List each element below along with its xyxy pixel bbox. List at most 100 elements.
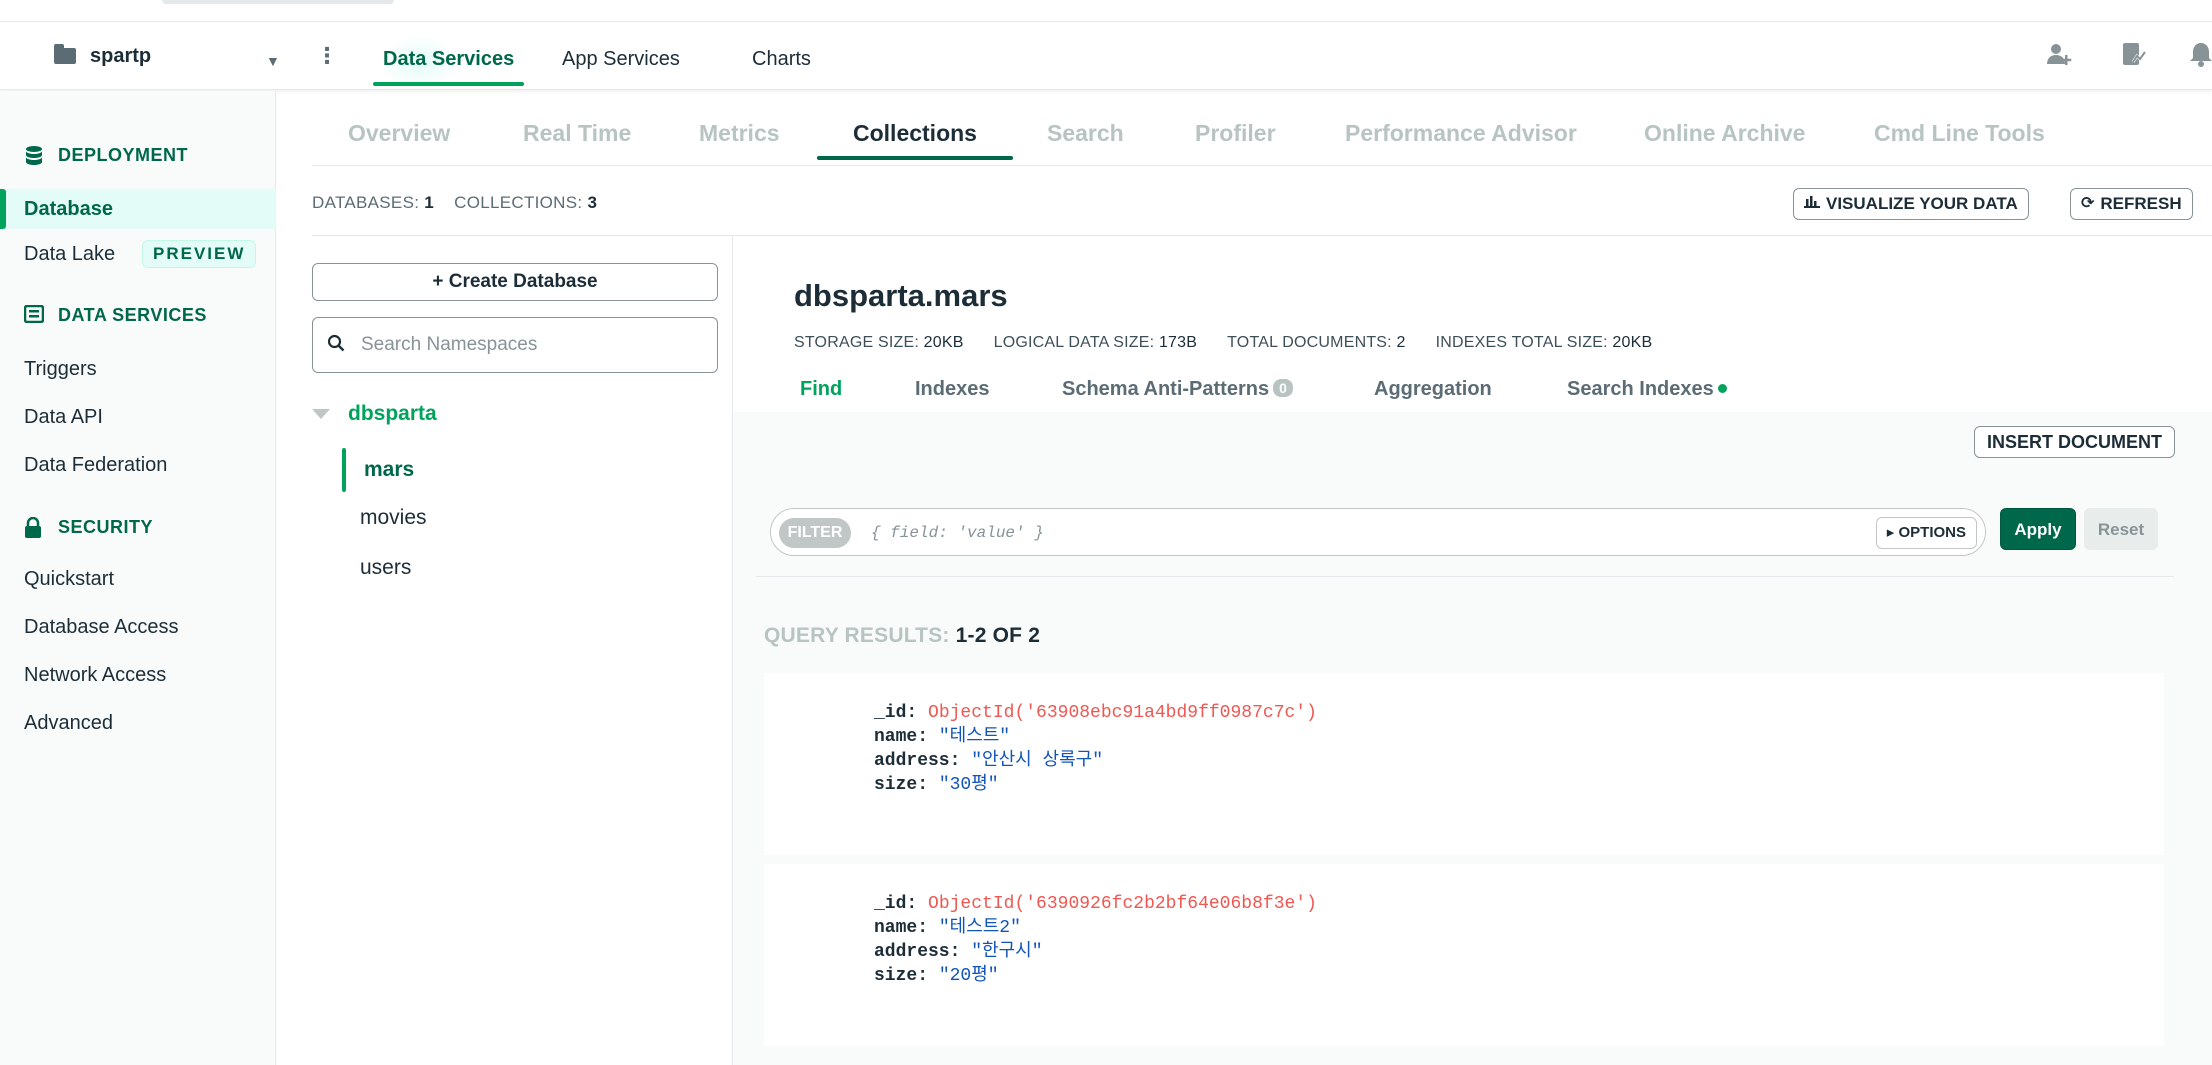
tab-aggregation[interactable]: Aggregation [1374, 378, 1492, 401]
field-key: address: [874, 751, 961, 771]
kebab-menu-icon[interactable]: ⋮ [316, 44, 338, 68]
field-id: _id: ObjectId('63908ebc91a4bd9ff0987c7c'… [874, 701, 1317, 725]
tab-label: Online Archive [1644, 120, 1806, 146]
sidebar-item-advanced[interactable]: Advanced [24, 708, 113, 738]
stat-label: TOTAL DOCUMENTS: [1227, 334, 1392, 351]
document-card[interactable]: _id: ObjectId('63908ebc91a4bd9ff0987c7c'… [764, 673, 2164, 855]
notifications-bell-icon[interactable] [2184, 40, 2212, 74]
collection-label: movies [360, 506, 427, 529]
tab-search-indexes[interactable]: Search Indexes [1567, 378, 1727, 401]
nav-tab-label: App Services [562, 48, 680, 70]
invite-user-icon[interactable] [2042, 40, 2076, 74]
tab-schema-anti-patterns[interactable]: Schema Anti-Patterns 0 [1062, 378, 1293, 401]
stat-logical-size: LOGICAL DATA SIZE: 173B [994, 334, 1198, 352]
options-button[interactable]: ▸ OPTIONS [1875, 517, 1977, 549]
tab-label: Indexes [915, 378, 990, 400]
collapse-triangle-icon[interactable] [312, 409, 330, 419]
stat-value: 2 [1396, 334, 1406, 351]
tab-indexes[interactable]: Indexes [915, 378, 989, 401]
stat-value: 20KB [1612, 334, 1653, 351]
collection-item-movies[interactable]: movies [360, 503, 427, 533]
sidebar-section-deployment: DEPLOYMENT [24, 141, 188, 169]
activity-icon[interactable] [2116, 40, 2150, 74]
field-key: _id: [874, 894, 918, 914]
collections-count: 3 [587, 193, 598, 212]
tab-underline [817, 156, 1013, 160]
collection-item-mars[interactable]: mars [364, 455, 414, 485]
tab-overview[interactable]: Overview [348, 118, 450, 152]
filter-chip: FILTER [779, 518, 851, 548]
refresh-button[interactable]: ⟳ REFRESH [2070, 188, 2193, 220]
sidebar-item-label: Data Lake [24, 243, 116, 265]
nav-tab-charts[interactable]: Charts [752, 44, 811, 76]
sidebar-item-database-access[interactable]: Database Access [24, 612, 179, 642]
tab-performance-advisor[interactable]: Performance Advisor [1345, 118, 1577, 152]
field-key: size: [874, 775, 929, 795]
caret-down-icon[interactable]: ▼ [266, 53, 280, 69]
tab-cmd-line-tools[interactable]: Cmd Line Tools [1874, 118, 2045, 152]
search-namespaces-field[interactable] [312, 317, 718, 373]
sidebar-item-label: Database [24, 198, 113, 220]
reset-button[interactable]: Reset [2084, 508, 2158, 550]
collection-title: dbsparta.mars [794, 278, 1008, 313]
sidebar-section-security: SECURITY [24, 513, 153, 541]
sidebar-item-data-lake[interactable]: Data Lake [24, 239, 115, 269]
document-fields: _id: ObjectId('6390926fc2b2bf64e06b8f3e'… [874, 892, 1317, 988]
sidebar-item-database[interactable]: Database [24, 194, 113, 224]
databases-label: DATABASES: [312, 193, 420, 212]
database-row-dbsparta[interactable]: dbsparta [312, 399, 437, 429]
tab-profiler[interactable]: Profiler [1195, 118, 1276, 152]
query-results-summary: QUERY RESULTS: 1-2 OF 2 [764, 624, 1040, 648]
filter-input[interactable] [871, 518, 1851, 548]
section-title: DEPLOYMENT [58, 144, 189, 165]
database-icon [24, 145, 44, 165]
field-value: ObjectId('63908ebc91a4bd9ff0987c7c') [928, 703, 1317, 723]
create-database-button[interactable]: + Create Database [312, 263, 718, 301]
document-card[interactable]: _id: ObjectId('6390926fc2b2bf64e06b8f3e'… [764, 864, 2164, 1046]
collection-stats: STORAGE SIZE: 20KB LOGICAL DATA SIZE: 17… [794, 334, 1652, 352]
sidebar-item-label: Quickstart [24, 568, 115, 590]
sidebar-item-label: Data Federation [24, 454, 168, 476]
collection-item-users[interactable]: users [360, 553, 411, 583]
search-namespaces-input[interactable] [361, 334, 701, 356]
field-id: _id: ObjectId('6390926fc2b2bf64e06b8f3e'… [874, 892, 1317, 916]
tab-label: Schema Anti-Patterns [1062, 378, 1270, 400]
tab-collections[interactable]: Collections [817, 118, 1013, 160]
insert-document-button[interactable]: INSERT DOCUMENT [1974, 426, 2175, 458]
sidebar-item-quickstart[interactable]: Quickstart [24, 564, 114, 594]
sidebar-item-triggers[interactable]: Triggers [24, 354, 97, 384]
visualize-data-button[interactable]: VISUALIZE YOUR DATA [1793, 188, 2029, 220]
tab-metrics[interactable]: Metrics [699, 118, 780, 152]
tab-online-archive[interactable]: Online Archive [1644, 118, 1805, 152]
tab-ghost [162, 0, 394, 4]
filter-divider [756, 576, 2174, 577]
nav-tab-data-services[interactable]: Data Services [373, 44, 525, 86]
lock-icon [24, 516, 44, 538]
apply-button[interactable]: Apply [2000, 508, 2076, 550]
sidebar-item-data-federation[interactable]: Data Federation [24, 450, 167, 480]
tab-label: Collections [853, 120, 977, 146]
nav-tab-label: Data Services [383, 48, 515, 70]
section-title: SECURITY [58, 516, 154, 537]
caret-right-icon: ▸ [1886, 524, 1895, 541]
stat-label: INDEXES TOTAL SIZE: [1435, 334, 1608, 351]
tab-real-time[interactable]: Real Time [523, 118, 631, 152]
field-name: name: "테스트" [874, 725, 1317, 749]
folder-icon [54, 44, 76, 64]
project-selector[interactable]: spartp [54, 42, 151, 70]
collection-active-bar [342, 448, 346, 492]
tab-label: Cmd Line Tools [1874, 120, 2045, 146]
sidebar-item-label: Triggers [24, 358, 97, 380]
field-value: "한구시" [971, 942, 1043, 962]
sidebar-item-network-access[interactable]: Network Access [24, 660, 166, 690]
tab-search[interactable]: Search [1047, 118, 1124, 152]
results-label: QUERY RESULTS: [764, 624, 950, 647]
search-icon [327, 334, 345, 357]
tab-find[interactable]: Find [800, 378, 842, 401]
nav-tab-app-services[interactable]: App Services [562, 44, 680, 76]
collections-label: COLLECTIONS: [454, 193, 583, 212]
tab-label: Real Time [523, 120, 632, 146]
sidebar-item-data-api[interactable]: Data API [24, 402, 103, 432]
field-value: "30평" [938, 775, 999, 795]
database-name: dbsparta [348, 402, 437, 425]
